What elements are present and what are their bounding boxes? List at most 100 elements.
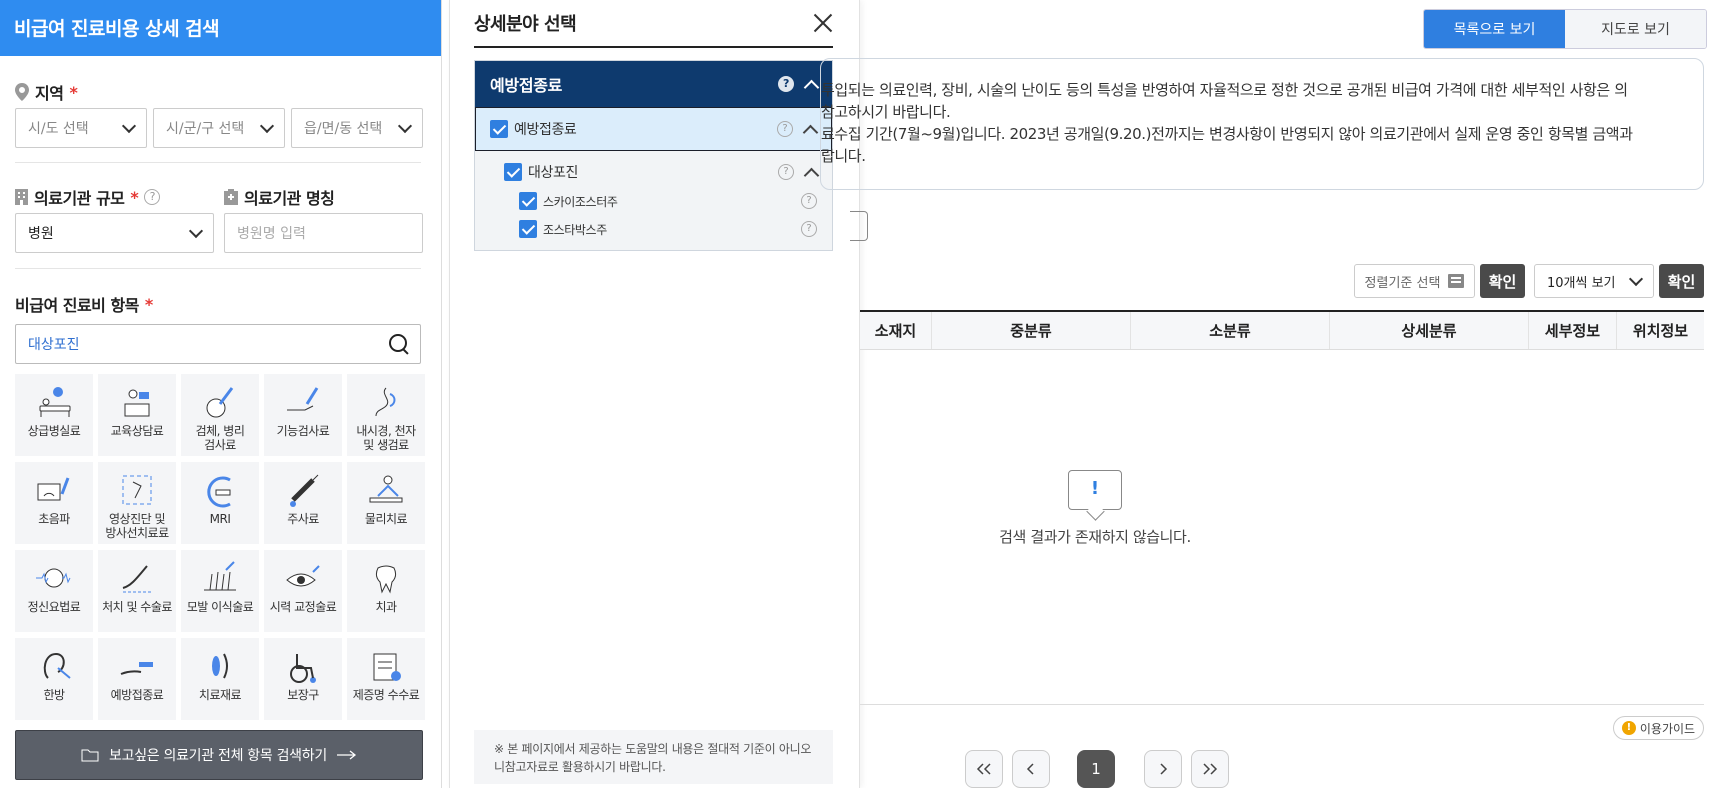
chevron-up-icon[interactable] [802,124,819,140]
category-hospital-room[interactable]: 상급병실료 [15,374,93,456]
double-chevron-right-icon [1203,763,1218,775]
treatment-material-icon [212,653,228,679]
lab-test-icon [206,387,234,418]
page-number-current[interactable]: 1 [1077,750,1115,788]
building-icon [15,189,28,205]
brain-icon [36,568,71,588]
checkbox-checked[interactable] [519,220,537,238]
category-psychotherapy[interactable]: 정신요법료 [15,550,93,632]
eupmyeondong-select[interactable]: 읍/면/동 선택 [291,108,423,148]
sigungu-select[interactable]: 시/군/구 선택 [153,108,285,148]
category-tree: 예방접종료 ? 예방접종료 ? 대상포진 ? 스카이조스터주 ? 조스타박스주 … [474,60,833,251]
category-ultrasound[interactable]: 초음파 [15,462,93,544]
category-injection[interactable]: 주사료 [264,462,342,544]
arrow-right-icon [336,750,356,760]
page-size-confirm-button[interactable]: 확인 [1659,264,1704,298]
tree-item-level1[interactable]: 예방접종료 ? [475,107,832,151]
notice-box: 투입되는 의료인력, 장비, 시술의 난이도 등의 특성을 반영하여 자율적으로… [820,58,1704,190]
detail-field-popup: 상세분야 선택 예방접종료 ? 예방접종료 ? 대상포진 ? 스카이조스터주 ?… [449,0,860,788]
consultation-desk-icon [124,389,150,417]
institution-scale-select[interactable]: 병원 [15,213,214,253]
category-function-test[interactable]: 기능검사료 [264,374,342,456]
institution-scale-label: 의료기관 규모 * ? [15,185,161,209]
vaccination-icon [120,662,153,675]
help-icon[interactable]: ? [801,193,817,209]
hospital-bed-icon [39,387,71,417]
divider [860,704,1704,705]
acupuncture-ear-icon [43,652,71,679]
column-header: 소분류 [1131,312,1330,349]
chevron-up-icon[interactable] [803,167,820,183]
notice-line: 참고하시기 바랍니다. [821,103,951,121]
results-table-header: 소재지 중분류 소분류 상세분류 세부정보 위치정보 [860,310,1704,350]
search-all-items-button[interactable]: 보고싶은 의료기관 전체 항목 검색하기 [15,730,423,780]
checkbox-checked[interactable] [490,120,508,138]
info-icon: ! [1621,721,1636,735]
sort-select-button[interactable]: 정렬기준 선택 [1354,264,1475,298]
category-surgery[interactable]: 처치 및 수술료 [98,550,176,632]
first-page-button[interactable] [965,750,1003,788]
syringe-icon [290,474,319,507]
notice-line: 료수집 기간(7월~9월)입니다. 2023년 공개일(9.20.)전까지는 변… [821,125,1633,143]
checkbox-checked[interactable] [504,163,522,181]
help-icon[interactable]: ? [801,221,817,237]
help-icon[interactable]: ? [778,164,794,180]
tree-item-level2[interactable]: 대상포진 ? [475,157,832,187]
list-icon [1448,274,1465,288]
category-vaccination[interactable]: 예방접종료 [98,638,176,720]
category-physical-therapy[interactable]: 물리치료 [347,462,425,544]
category-treatment-material[interactable]: 치료재료 [181,638,259,720]
category-imaging[interactable]: 영상진단 및 방사선치료료 [98,462,176,544]
item-search-input[interactable]: 대상포진 [15,324,421,364]
scalpel-icon [122,565,151,593]
category-certificate-fee[interactable]: 제증명 수수료 [347,638,425,720]
certificate-icon [373,653,401,681]
chevron-left-icon [1026,763,1034,775]
notice-line: 투입되는 의료인력, 장비, 시술의 난이도 등의 특성을 반영하여 자율적으로… [821,81,1628,99]
category-grid: 상급병실료 교육상담료 검체, 병리 검사료 기능검사료 내시경, 천자 및 생검료… [15,374,425,720]
filter-box-edge[interactable] [850,211,868,241]
chevron-down-icon [259,118,275,133]
sido-select[interactable]: 시/도 선택 [15,108,147,148]
checkbox-checked[interactable] [519,192,537,210]
sort-confirm-button[interactable]: 확인 [1480,264,1525,298]
xray-icon [122,475,152,505]
close-icon[interactable] [812,12,834,34]
help-icon[interactable]: ? [777,121,793,137]
category-endoscopy[interactable]: 내시경, 천자 및 생검료 [347,374,425,456]
list-view-button[interactable]: 목록으로 보기 [1424,10,1565,48]
category-hair-transplant[interactable]: 모발 이식술료 [181,550,259,632]
tree-item-level3[interactable]: 스카이조스터주 ? [475,187,832,215]
category-oriental-medicine[interactable]: 한방 [15,638,93,720]
chevron-right-icon [1160,763,1168,775]
location-pin-icon [15,83,29,101]
category-lab-test[interactable]: 검체, 병리 검사료 [181,374,259,456]
next-page-button[interactable] [1144,750,1182,788]
help-icon[interactable]: ? [778,76,794,92]
column-header: 세부정보 [1529,312,1617,349]
category-vision-correction[interactable]: 시력 교정술료 [264,550,342,632]
hair-transplant-icon [204,561,236,591]
chevron-up-icon[interactable] [803,79,820,95]
last-page-button[interactable] [1191,750,1229,788]
institution-name-input[interactable]: 병원명 입력 [224,213,423,253]
tree-group-header[interactable]: 예방접종료 ? [475,61,832,107]
chevron-down-icon [397,118,413,133]
search-icon[interactable] [388,333,410,355]
page-size-select[interactable]: 10개씩 보기 [1534,264,1654,298]
help-icon[interactable]: ? [144,189,161,205]
tree-item-level3[interactable]: 조스타박스주 ? [475,215,832,243]
category-assistive-device[interactable]: 보장구 [264,638,342,720]
map-view-button[interactable]: 지도로 보기 [1565,10,1706,48]
mri-icon [207,476,231,508]
category-consultation[interactable]: 교육상담료 [98,374,176,456]
tooth-icon [375,565,397,594]
divider [474,46,833,48]
usage-guide-button[interactable]: ! 이용가이드 [1613,716,1704,740]
ultrasound-icon [37,477,70,501]
popup-title: 상세분야 선택 [474,14,577,35]
category-mri[interactable]: MRI [181,462,259,544]
prev-page-button[interactable] [1012,750,1050,788]
category-dental[interactable]: 치과 [347,550,425,632]
folder-icon [81,749,99,762]
